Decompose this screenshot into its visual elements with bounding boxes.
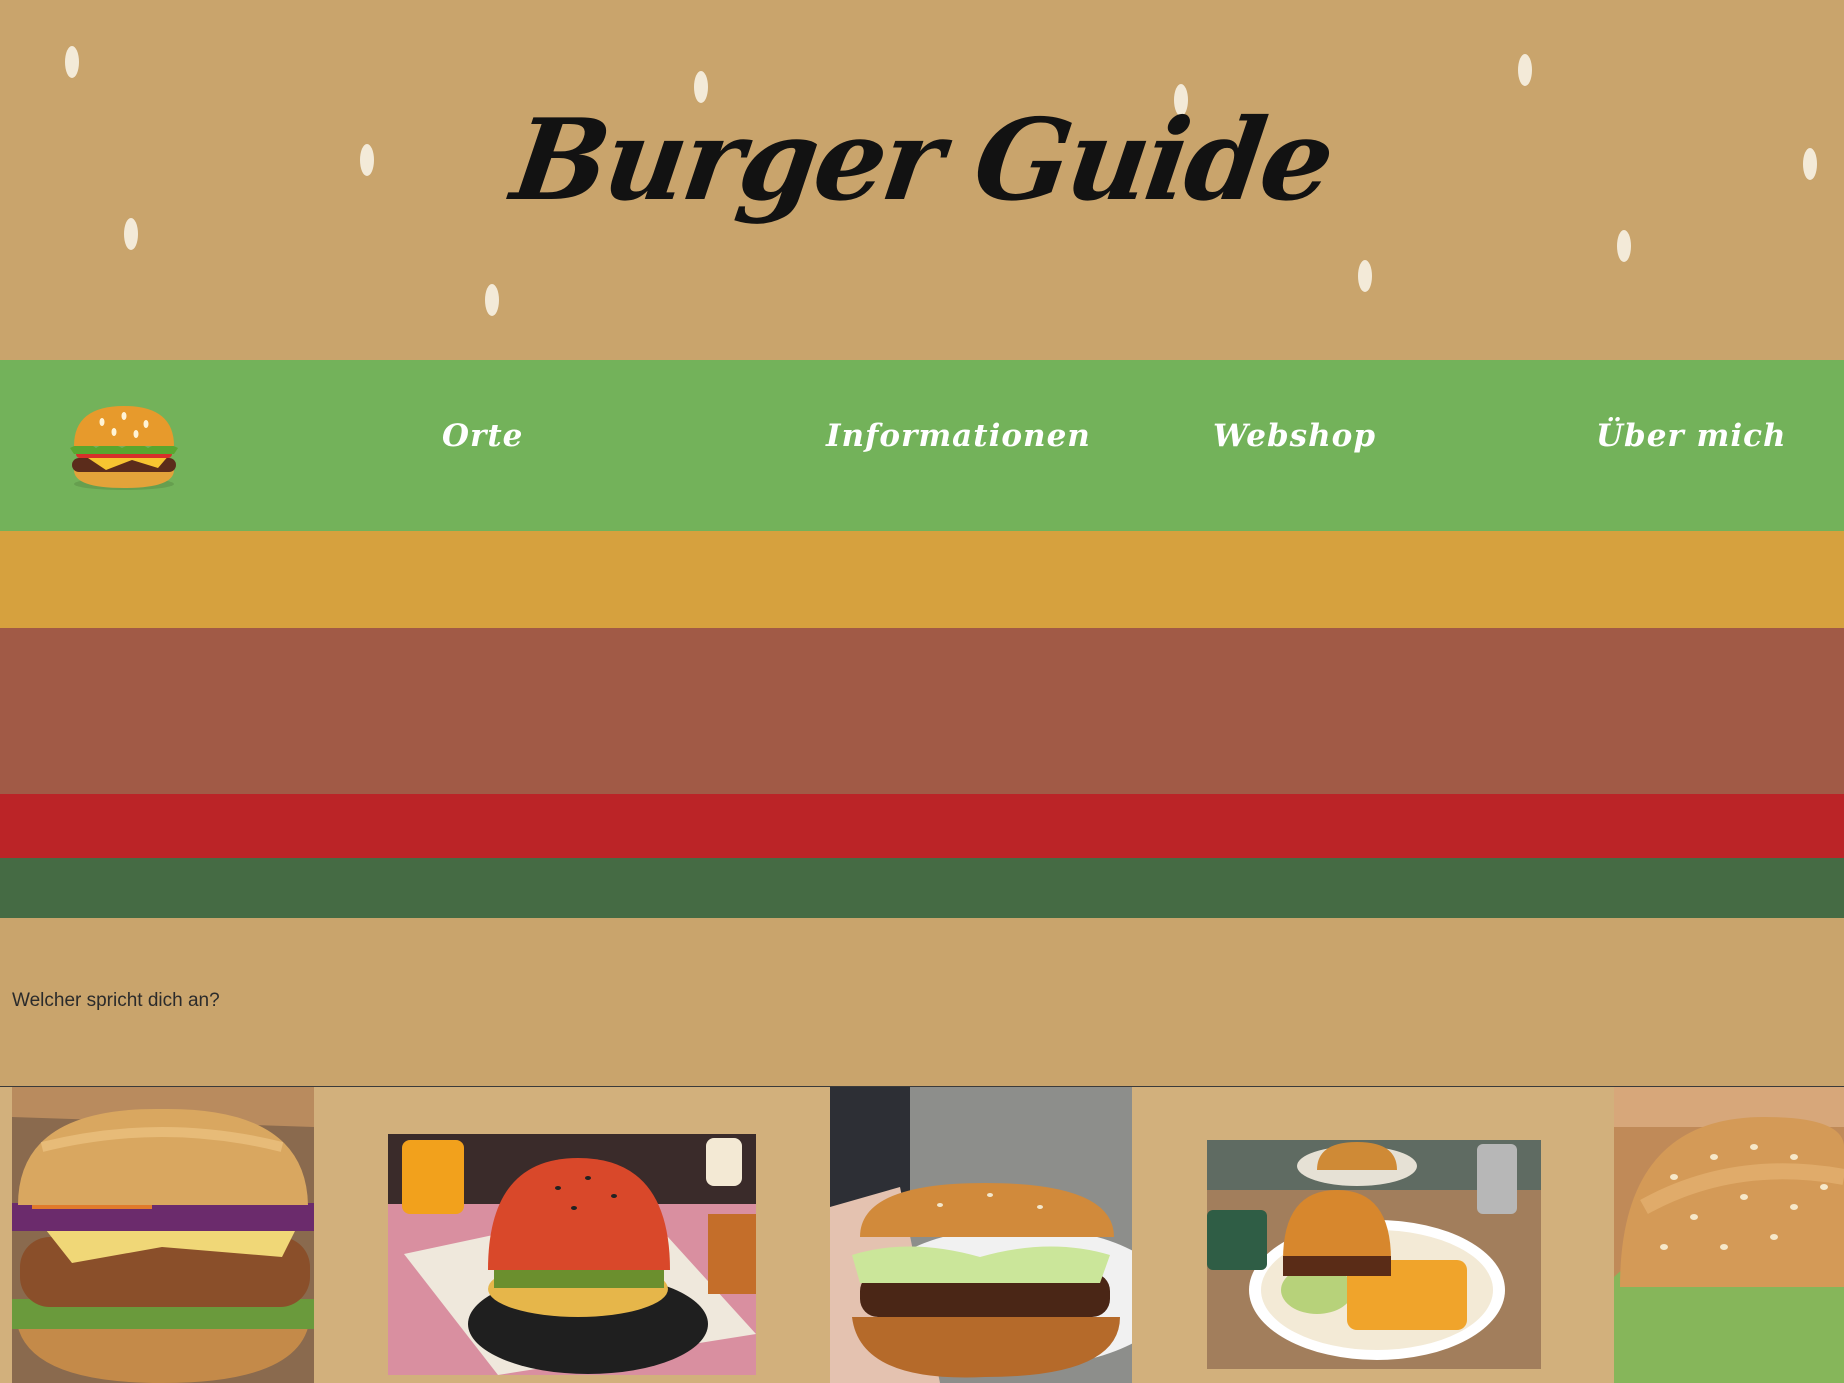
patty-band — [0, 628, 1844, 794]
tomato-band — [0, 794, 1844, 858]
burger-icon[interactable] — [66, 400, 182, 492]
sesame-seed-decoration — [485, 284, 499, 316]
nav-link-webshop[interactable]: Webshop — [1213, 418, 1376, 454]
sesame-bun-burger-photo[interactable] — [1614, 1087, 1844, 1383]
nav-link-informationen[interactable]: Informationen — [826, 418, 1091, 454]
nav-link-orte[interactable]: Orte — [442, 418, 523, 454]
burger-with-waffle-fries-photo[interactable] — [1207, 1140, 1541, 1369]
sesame-seed-decoration — [65, 46, 79, 78]
intro-section: Welcher spricht dich an? — [0, 918, 1844, 1087]
nav-link-ueber-mich[interactable]: Über mich — [1596, 418, 1787, 454]
sesame-seed-decoration — [1617, 230, 1631, 262]
sesame-seed-decoration — [1518, 54, 1532, 86]
burger-gallery — [0, 1087, 1844, 1383]
header: Burger Guide — [0, 0, 1844, 360]
intro-question: Welcher spricht dich an? — [12, 990, 220, 1011]
veggie-burger-photo[interactable] — [12, 1087, 314, 1383]
red-bun-burger-photo[interactable] — [388, 1134, 756, 1375]
lettuce-band — [0, 858, 1844, 918]
sesame-seed-decoration — [1358, 260, 1372, 292]
main-navigation: Orte Informationen Webshop Über mich — [0, 360, 1844, 531]
hand-held-burger-photo[interactable] — [830, 1087, 1132, 1383]
cheese-band — [0, 531, 1844, 628]
site-title: Burger Guide — [504, 95, 1340, 226]
